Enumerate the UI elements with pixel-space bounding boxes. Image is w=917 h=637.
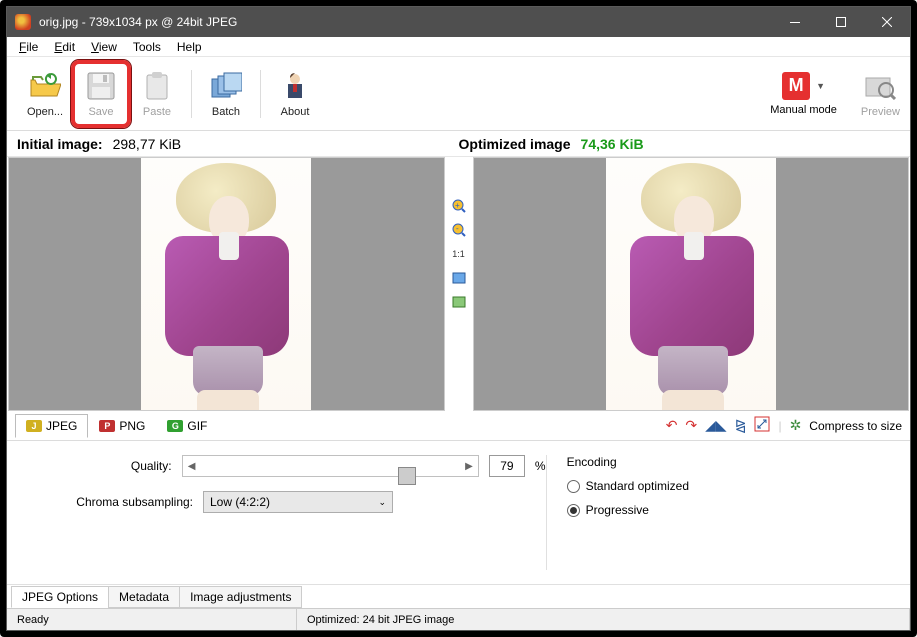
rotate-right-icon[interactable]: ↷ — [685, 417, 697, 434]
initial-image-label: Initial image: — [17, 136, 103, 152]
quality-slider[interactable]: ◀ ▶ — [182, 455, 479, 477]
app-window: orig.jpg - 739x1034 px @ 24bit JPEG File… — [6, 6, 911, 631]
open-button[interactable]: Open... — [17, 62, 73, 126]
gif-icon: G — [167, 420, 183, 432]
magnifier-icon — [864, 70, 896, 102]
jpeg-icon: J — [26, 420, 42, 432]
optimized-image-size: 74,36 KiB — [581, 136, 644, 152]
menu-tools[interactable]: Tools — [125, 38, 169, 56]
format-row: J JPEG P PNG G GIF ↶ ↷ ◢◣ ⧎ | ✲ Compress… — [7, 411, 910, 441]
radio-checked-icon — [567, 504, 580, 517]
options-panel: Quality: ◀ ▶ % Chroma subsampling: Low (… — [7, 441, 910, 584]
compress-to-size-button[interactable]: Compress to size — [809, 419, 902, 433]
radio-standard[interactable]: Standard optimized — [567, 479, 894, 493]
tab-png[interactable]: P PNG — [88, 414, 156, 438]
menubar: File Edit View Tools Help — [7, 37, 910, 57]
slider-left-arrow-icon[interactable]: ◀ — [183, 456, 201, 476]
zoom-actual-button[interactable]: 1:1 — [450, 245, 468, 263]
zoom-out-icon[interactable]: - — [450, 221, 468, 239]
menu-edit[interactable]: Edit — [46, 38, 83, 56]
radio-icon — [567, 480, 580, 493]
chevron-down-icon: ⌄ — [378, 497, 386, 508]
zoom-in-icon[interactable]: + — [450, 197, 468, 215]
titlebar: orig.jpg - 739x1034 px @ 24bit JPEG — [7, 7, 910, 37]
preview-button[interactable]: Preview — [861, 70, 900, 118]
flip-horizontal-icon[interactable]: ◢◣ — [705, 417, 727, 434]
initial-image-size: 298,77 KiB — [113, 136, 182, 152]
tab-jpeg[interactable]: J JPEG — [15, 414, 88, 438]
save-button[interactable]: Save — [73, 62, 129, 126]
initial-image — [141, 158, 311, 410]
maximize-button[interactable] — [818, 7, 864, 37]
gear-icon[interactable]: ✲ — [790, 417, 802, 434]
zoom-page-icon[interactable] — [450, 293, 468, 311]
status-bar: Ready Optimized: 24 bit JPEG image — [7, 608, 910, 630]
png-icon: P — [99, 420, 115, 432]
flip-vertical-icon[interactable]: ⧎ — [735, 417, 747, 434]
tab-jpeg-options[interactable]: JPEG Options — [11, 586, 109, 608]
menu-view[interactable]: View — [83, 38, 125, 56]
rotate-left-icon[interactable]: ↶ — [666, 417, 678, 434]
optimized-image — [606, 158, 776, 410]
svg-text:-: - — [456, 224, 459, 233]
person-icon — [279, 70, 311, 102]
slider-right-arrow-icon[interactable]: ▶ — [460, 456, 478, 476]
status-ready: Ready — [7, 609, 297, 630]
zoom-tools: + - 1:1 — [446, 157, 472, 411]
quality-label: Quality: — [23, 459, 172, 473]
chevron-down-icon: ▼ — [816, 81, 825, 91]
chroma-label: Chroma subsampling: — [23, 495, 193, 509]
radio-progressive[interactable]: Progressive — [567, 503, 894, 517]
folder-open-icon — [29, 70, 61, 102]
zoom-fit-icon[interactable] — [450, 269, 468, 287]
highlight-annotation — [71, 60, 131, 128]
info-bar: Initial image: 298,77 KiB Optimized imag… — [7, 131, 910, 157]
svg-text:+: + — [455, 201, 460, 210]
app-icon — [15, 14, 31, 30]
quality-input[interactable] — [489, 455, 525, 477]
optimized-preview-pane[interactable] — [473, 157, 910, 411]
tab-gif[interactable]: G GIF — [156, 414, 218, 438]
toolbar: Open... Save Paste Batch Ab — [7, 57, 910, 131]
encoding-label: Encoding — [567, 455, 894, 469]
minimize-button[interactable] — [772, 7, 818, 37]
resize-icon[interactable] — [754, 416, 770, 435]
mode-selector[interactable]: M ▼ Manual mode — [770, 72, 837, 116]
optimized-image-label: Optimized image — [459, 136, 571, 152]
chroma-dropdown[interactable]: Low (4:2:2) ⌄ — [203, 491, 393, 513]
status-optimized: Optimized: 24 bit JPEG image — [297, 609, 910, 630]
initial-preview-pane[interactable] — [8, 157, 445, 411]
preview-area: + - 1:1 — [7, 157, 910, 411]
percent-label: % — [535, 459, 546, 473]
window-title: orig.jpg - 739x1034 px @ 24bit JPEG — [39, 15, 772, 29]
menu-help[interactable]: Help — [169, 38, 210, 56]
close-button[interactable] — [864, 7, 910, 37]
bottom-tabs: JPEG Options Metadata Image adjustments — [7, 584, 910, 608]
paste-button[interactable]: Paste — [129, 62, 185, 126]
batch-icon — [210, 70, 242, 102]
clipboard-icon — [141, 70, 173, 102]
mode-icon: M — [782, 72, 810, 100]
batch-button[interactable]: Batch — [198, 62, 254, 126]
tab-metadata[interactable]: Metadata — [108, 586, 180, 608]
menu-file[interactable]: File — [11, 38, 46, 56]
tab-image-adjustments[interactable]: Image adjustments — [179, 586, 302, 608]
about-button[interactable]: About — [267, 62, 323, 126]
